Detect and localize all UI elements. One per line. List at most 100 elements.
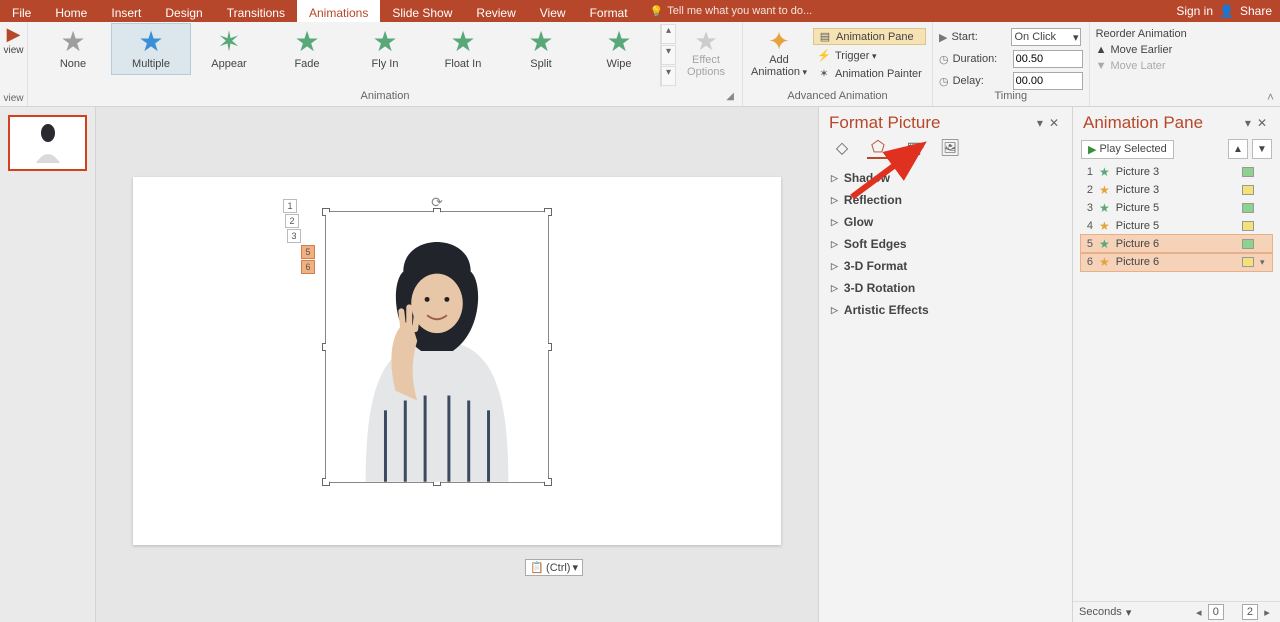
fp-softedges[interactable]: Soft Edges — [819, 233, 1072, 255]
gallery-down[interactable]: ▾ — [661, 45, 676, 65]
chevron-down-icon: ▾ — [572, 561, 578, 574]
collapse-ribbon-button[interactable]: ˄ — [1267, 90, 1274, 104]
anim-flyin[interactable]: ★Fly In — [346, 24, 424, 74]
star-icon: ★ — [1099, 201, 1110, 215]
fp-glow[interactable]: Glow — [819, 211, 1072, 233]
start-select[interactable]: On Click▾ — [1011, 28, 1081, 46]
timeline-bar[interactable] — [1242, 257, 1254, 267]
timeline-unit[interactable]: Seconds — [1079, 606, 1122, 618]
timeline-end: 2 — [1242, 604, 1258, 620]
clipboard-icon: 📋 — [530, 561, 544, 574]
slide-thumbnails — [0, 107, 96, 622]
play-selected-button[interactable]: ▶Play Selected — [1081, 140, 1174, 159]
anim-tag[interactable]: 3 — [287, 229, 301, 243]
anim-appear[interactable]: ✶Appear — [190, 24, 268, 74]
animation-list: 1★Picture 32★Picture 33★Picture 54★Pictu… — [1073, 163, 1280, 601]
timeline-bar[interactable] — [1242, 185, 1254, 195]
timeline-bar[interactable] — [1242, 239, 1254, 249]
timeline-bar[interactable] — [1242, 203, 1254, 213]
fp-3dformat[interactable]: 3-D Format — [819, 255, 1072, 277]
animation-list-item[interactable]: 2★Picture 3 — [1081, 181, 1272, 199]
timing-group: ▶ Start: On Click▾ ◷ Duration: ◷ Delay: … — [933, 22, 1090, 106]
animation-list-item[interactable]: 4★Picture 5 — [1081, 217, 1272, 235]
effects-icon[interactable]: ⬠ — [867, 137, 889, 159]
clock-icon-2: ◷ — [939, 75, 949, 88]
anim-tag[interactable]: 2 — [285, 214, 299, 228]
move-up-button[interactable]: ▲ — [1228, 139, 1248, 159]
animation-pane-panel: Animation Pane ▾ ✕ ▶Play Selected ▲ ▼ 1★… — [1072, 107, 1280, 622]
animation-gallery[interactable]: ★None ★Multiple ✶Appear ★Fade ★Fly In ★F… — [34, 24, 676, 87]
tab-home[interactable]: Home — [43, 0, 99, 22]
slide-thumb-1[interactable] — [8, 115, 87, 171]
duration-input[interactable] — [1013, 50, 1083, 68]
animation-list-item[interactable]: 3★Picture 5 — [1081, 199, 1272, 217]
panel-options-button[interactable]: ▾ — [1242, 116, 1254, 130]
trigger-icon: ⚡ — [817, 49, 831, 62]
anim-tag[interactable]: 6 — [301, 260, 315, 274]
tab-review[interactable]: Review — [464, 0, 527, 22]
signin-link[interactable]: Sign in — [1176, 4, 1213, 18]
tab-animations[interactable]: Animations — [297, 0, 380, 22]
chevron-down-icon[interactable]: ▾ — [1260, 257, 1270, 268]
tab-file[interactable]: File — [0, 0, 43, 22]
timeline-scroll-left[interactable]: ◂ — [1192, 606, 1206, 619]
animation-painter-button[interactable]: ✶Animation Painter — [813, 66, 926, 81]
paste-options-flyout[interactable]: 📋 (Ctrl) ▾ — [525, 559, 583, 576]
tab-view[interactable]: View — [528, 0, 578, 22]
tab-insert[interactable]: Insert — [99, 0, 153, 22]
tab-design[interactable]: Design — [153, 0, 214, 22]
fp-shadow[interactable]: Shadow — [819, 167, 1072, 189]
picture-selection[interactable]: ⟳ — [325, 211, 549, 483]
animation-list-item[interactable]: 6★Picture 6▾ — [1081, 253, 1272, 271]
picture-icon[interactable]: 🖼 — [939, 137, 961, 159]
anim-tag[interactable]: 5 — [301, 245, 315, 259]
timeline-scroll-right[interactable]: ▸ — [1260, 606, 1274, 619]
animation-list-item[interactable]: 1★Picture 3 — [1081, 163, 1272, 181]
move-earlier-button[interactable]: ▲Move Earlier — [1096, 44, 1187, 56]
anim-wipe[interactable]: ★Wipe — [580, 24, 658, 74]
up-triangle-icon: ▲ — [1096, 44, 1107, 56]
anim-split[interactable]: ★Split — [502, 24, 580, 74]
pane-icon: ▤ — [818, 30, 832, 43]
anim-tag[interactable]: 1 — [283, 199, 297, 213]
timeline-bar[interactable] — [1242, 221, 1254, 231]
anim-multiple[interactable]: ★Multiple — [112, 24, 190, 74]
gallery-up[interactable]: ▴ — [661, 24, 676, 44]
fp-reflection[interactable]: Reflection — [819, 189, 1072, 211]
anim-fade[interactable]: ★Fade — [268, 24, 346, 74]
slide[interactable]: 1 2 3 5 6 ⟳ — [133, 177, 781, 545]
trigger-button[interactable]: ⚡Trigger — [813, 48, 926, 63]
anim-none[interactable]: ★None — [34, 24, 112, 74]
tell-me[interactable]: 💡 Tell me what you want to do... — [640, 0, 813, 22]
anim-floatin[interactable]: ★Float In — [424, 24, 502, 74]
preview-icon[interactable]: ▶ — [7, 24, 21, 45]
panel-options-button[interactable]: ▾ — [1034, 116, 1046, 130]
animation-pane-button[interactable]: ▤Animation Pane — [813, 28, 926, 45]
move-down-button[interactable]: ▼ — [1252, 139, 1272, 159]
duration-label: Duration: — [953, 53, 1009, 65]
preview-group: ▶ view view — [0, 22, 28, 106]
animation-item-name: Picture 6 — [1116, 256, 1159, 268]
format-picture-panel: Format Picture ▾ ✕ ◇ ⬠ ▦ 🖼 Shadow Reflec… — [818, 107, 1072, 622]
fp-3drotation[interactable]: 3-D Rotation — [819, 277, 1072, 299]
add-animation-button[interactable]: ✦ Add Animation — [749, 24, 809, 78]
fill-line-icon[interactable]: ◇ — [831, 137, 853, 159]
size-properties-icon[interactable]: ▦ — [903, 137, 925, 159]
gallery-more[interactable]: ▾ — [661, 66, 676, 86]
slide-canvas[interactable]: 1 2 3 5 6 ⟳ — [96, 107, 818, 622]
tab-transitions[interactable]: Transitions — [215, 0, 297, 22]
animation-dialog-launcher[interactable]: ◢ — [726, 91, 734, 102]
star-icon: ★ — [1099, 183, 1110, 197]
share-button[interactable]: Share — [1240, 4, 1272, 18]
delay-input[interactable] — [1013, 72, 1083, 90]
timeline-bar[interactable] — [1242, 167, 1254, 177]
menubar: File Home Insert Design Transitions Anim… — [0, 0, 1280, 22]
tab-slideshow[interactable]: Slide Show — [380, 0, 464, 22]
animation-list-item[interactable]: 5★Picture 6 — [1081, 235, 1272, 253]
bulb-icon: 💡 — [650, 5, 664, 18]
tab-format[interactable]: Format — [578, 0, 640, 22]
fp-artistic[interactable]: Artistic Effects — [819, 299, 1072, 321]
close-icon[interactable]: ✕ — [1046, 116, 1062, 130]
animation-item-name: Picture 6 — [1116, 238, 1159, 250]
close-icon[interactable]: ✕ — [1254, 116, 1270, 130]
